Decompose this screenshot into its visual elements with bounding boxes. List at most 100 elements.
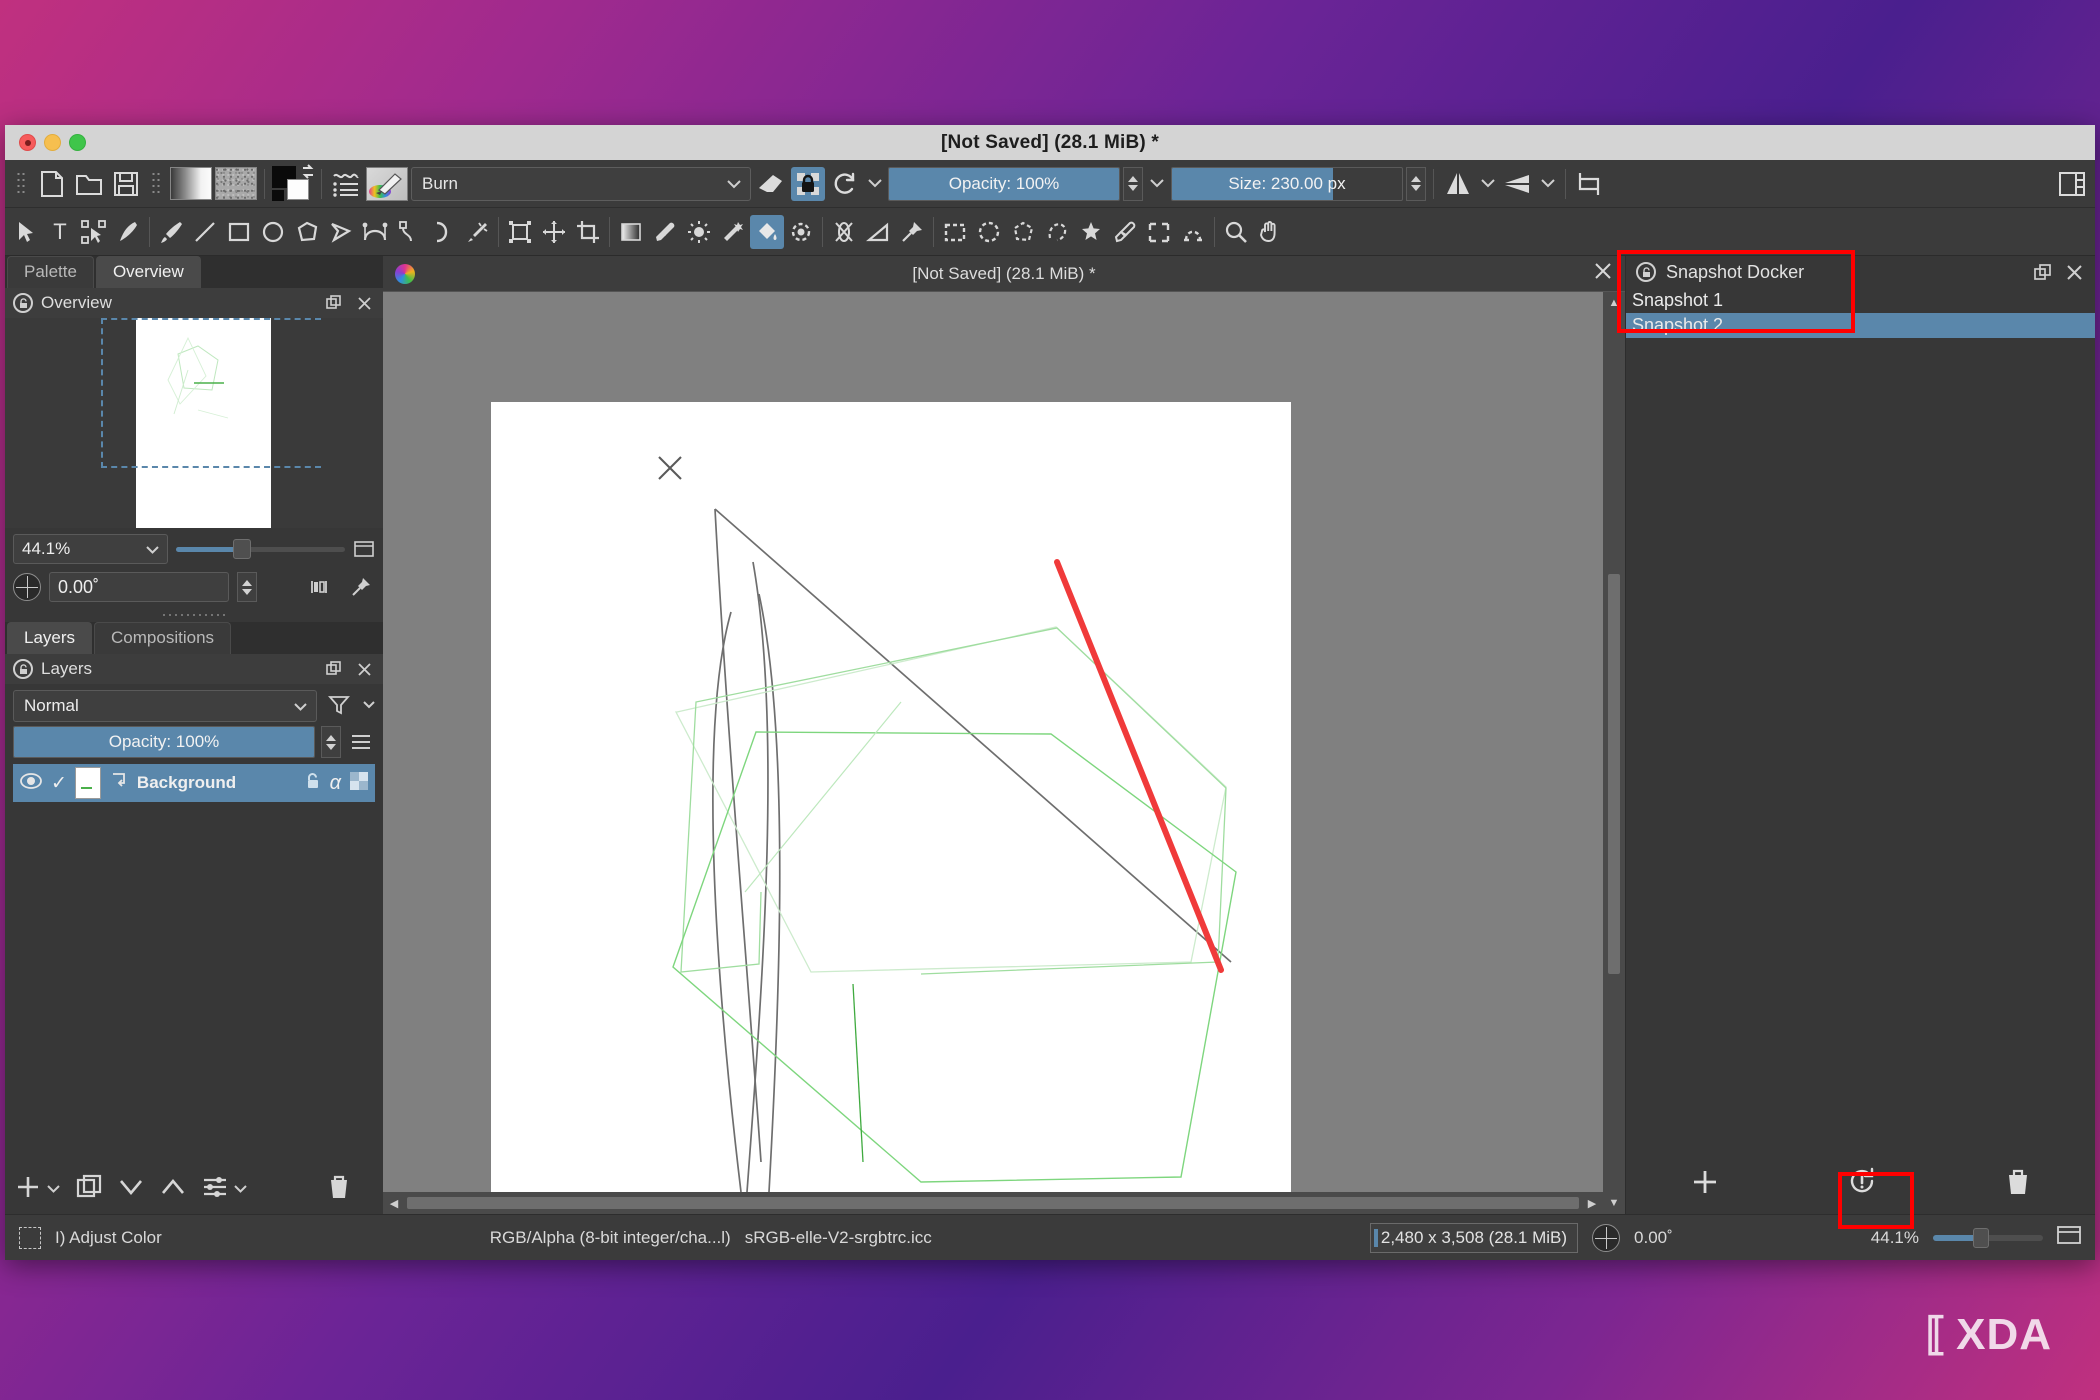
- move-layer-up-icon[interactable]: [160, 1176, 186, 1203]
- canvas-dimensions[interactable]: 2,480 x 3,508 (28.1 MiB): [1370, 1223, 1578, 1253]
- enclose-and-fill-tool[interactable]: [784, 215, 818, 249]
- overview-thumbnail[interactable]: [5, 318, 383, 528]
- tab-overview[interactable]: Overview: [96, 256, 201, 288]
- selection-mask-icon[interactable]: [19, 1227, 41, 1249]
- edit-shapes-tool[interactable]: [77, 215, 111, 249]
- canvas-zoom-slider[interactable]: [1933, 1235, 2043, 1241]
- rectangle-tool[interactable]: [222, 215, 256, 249]
- preset-list-icon[interactable]: [329, 167, 363, 201]
- canvas-vertical-scrollbar[interactable]: ▲: [1603, 292, 1625, 1192]
- close-docker-icon[interactable]: [2063, 261, 2085, 283]
- pan-tool[interactable]: [1253, 215, 1287, 249]
- mirror-view-icon[interactable]: [305, 573, 333, 601]
- layer-opacity-slider[interactable]: Opacity: 100%: [13, 726, 315, 758]
- layer-menu-icon[interactable]: [347, 727, 375, 757]
- canvas-paper[interactable]: [491, 402, 1291, 1192]
- eye-icon[interactable]: [19, 772, 43, 795]
- close-docker-icon[interactable]: [353, 292, 375, 314]
- blending-mode-combo[interactable]: Burn: [411, 167, 751, 201]
- elliptical-selection-tool[interactable]: [972, 215, 1006, 249]
- overview-zoom-combo[interactable]: 44.1%: [13, 534, 168, 564]
- filter-dropdown-icon[interactable]: [363, 696, 375, 714]
- mirror-horizontal-dropdown[interactable]: [1478, 167, 1498, 201]
- move-tool[interactable]: [537, 215, 571, 249]
- layer-opacity-stepper[interactable]: [321, 726, 341, 758]
- polygon-tool[interactable]: [290, 215, 324, 249]
- alpha-icon[interactable]: α: [330, 772, 341, 795]
- close-tab-icon[interactable]: [1593, 261, 1613, 287]
- pin-icon[interactable]: [347, 573, 375, 601]
- opacity-slider[interactable]: Opacity: 100%: [888, 167, 1120, 201]
- rotation-stepper[interactable]: [237, 572, 257, 602]
- opacity-dropdown[interactable]: [1146, 167, 1168, 201]
- eraser-icon[interactable]: [754, 167, 788, 201]
- reload-preset-icon[interactable]: [828, 167, 862, 201]
- delete-layer-icon[interactable]: [327, 1174, 351, 1205]
- foreground-background-colors[interactable]: [272, 166, 314, 201]
- ellipse-tool[interactable]: [256, 215, 290, 249]
- delete-snapshot-icon[interactable]: [2005, 1168, 2031, 1201]
- bezier-curve-tool[interactable]: [358, 215, 392, 249]
- toolbar-grip[interactable]: [16, 171, 27, 197]
- reset-colors-icon[interactable]: [272, 190, 284, 201]
- calligraphy-tool[interactable]: [111, 215, 145, 249]
- crop-tool[interactable]: [571, 215, 605, 249]
- tab-palette[interactable]: Palette: [7, 256, 94, 288]
- dynamic-brush-tool[interactable]: [426, 215, 460, 249]
- filter-icon[interactable]: [323, 689, 357, 721]
- magnetic-selection-tool[interactable]: [1176, 215, 1210, 249]
- save-icon[interactable]: [109, 167, 143, 201]
- gradient-swatch[interactable]: [170, 167, 212, 200]
- smart-patch-tool[interactable]: [716, 215, 750, 249]
- float-docker-icon[interactable]: [2031, 261, 2053, 283]
- tab-compositions[interactable]: Compositions: [94, 622, 231, 654]
- measure-tool[interactable]: [861, 215, 895, 249]
- swap-colors-icon[interactable]: [300, 164, 316, 185]
- polygonal-selection-tool[interactable]: [1006, 215, 1040, 249]
- layer-properties-icon[interactable]: [202, 1175, 228, 1204]
- reload-preset-dropdown[interactable]: [865, 167, 885, 201]
- layer-properties-dropdown-icon[interactable]: [234, 1180, 247, 1198]
- canvas-viewport[interactable]: ▲: [383, 292, 1625, 1192]
- rectangular-selection-tool[interactable]: [938, 215, 972, 249]
- list-item[interactable]: Snapshot 1: [1626, 288, 2095, 313]
- reference-images-tool[interactable]: [895, 215, 929, 249]
- lock-icon[interactable]: [13, 659, 33, 679]
- move-layer-down-icon[interactable]: [118, 1176, 144, 1203]
- line-tool[interactable]: [188, 215, 222, 249]
- similar-color-selection-tool[interactable]: [1108, 215, 1142, 249]
- scroll-up-icon[interactable]: ▲: [1603, 292, 1625, 314]
- list-item[interactable]: Snapshot 2: [1626, 313, 2095, 338]
- overview-zoom-handle[interactable]: [233, 539, 251, 559]
- docker-splitter-handle[interactable]: [159, 610, 229, 620]
- assistant-tool[interactable]: [827, 215, 861, 249]
- canvas-horizontal-scrollbar[interactable]: ◀ ▶ ▼: [383, 1192, 1625, 1214]
- gradient-tool[interactable]: [614, 215, 648, 249]
- close-docker-icon[interactable]: [353, 658, 375, 680]
- switch-to-snapshot-icon[interactable]: [1847, 1167, 1877, 1202]
- add-layer-dropdown-icon[interactable]: [47, 1180, 60, 1198]
- overview-viewport-rect[interactable]: [101, 318, 321, 468]
- color-sampler-tool[interactable]: [648, 215, 682, 249]
- mirror-horizontal-icon[interactable]: [1441, 167, 1475, 201]
- scroll-down-icon[interactable]: ▼: [1603, 1192, 1625, 1214]
- float-docker-icon[interactable]: [323, 658, 345, 680]
- rotation-dial-icon[interactable]: [13, 573, 41, 601]
- mirror-vertical-icon[interactable]: [1501, 167, 1535, 201]
- scroll-left-icon[interactable]: ◀: [383, 1192, 405, 1214]
- freehand-path-tool[interactable]: [392, 215, 426, 249]
- fit-page-icon[interactable]: [353, 538, 375, 560]
- horizontal-scroll-thumb[interactable]: [407, 1197, 1579, 1209]
- colorize-mask-tool[interactable]: [682, 215, 716, 249]
- float-docker-icon[interactable]: [323, 292, 345, 314]
- opacity-stepper[interactable]: [1123, 167, 1143, 201]
- size-slider[interactable]: Size: 230.00 px: [1171, 167, 1403, 201]
- new-document-icon[interactable]: [35, 167, 69, 201]
- overview-rotation-field[interactable]: 0.00˚: [49, 572, 229, 602]
- layer-blending-mode-combo[interactable]: Normal: [13, 690, 317, 722]
- bezier-selection-tool[interactable]: [1142, 215, 1176, 249]
- select-shapes-tool[interactable]: [9, 215, 43, 249]
- zoom-tool[interactable]: [1219, 215, 1253, 249]
- rotation-dial-icon[interactable]: [1592, 1224, 1620, 1252]
- scroll-right-icon[interactable]: ▶: [1581, 1192, 1603, 1214]
